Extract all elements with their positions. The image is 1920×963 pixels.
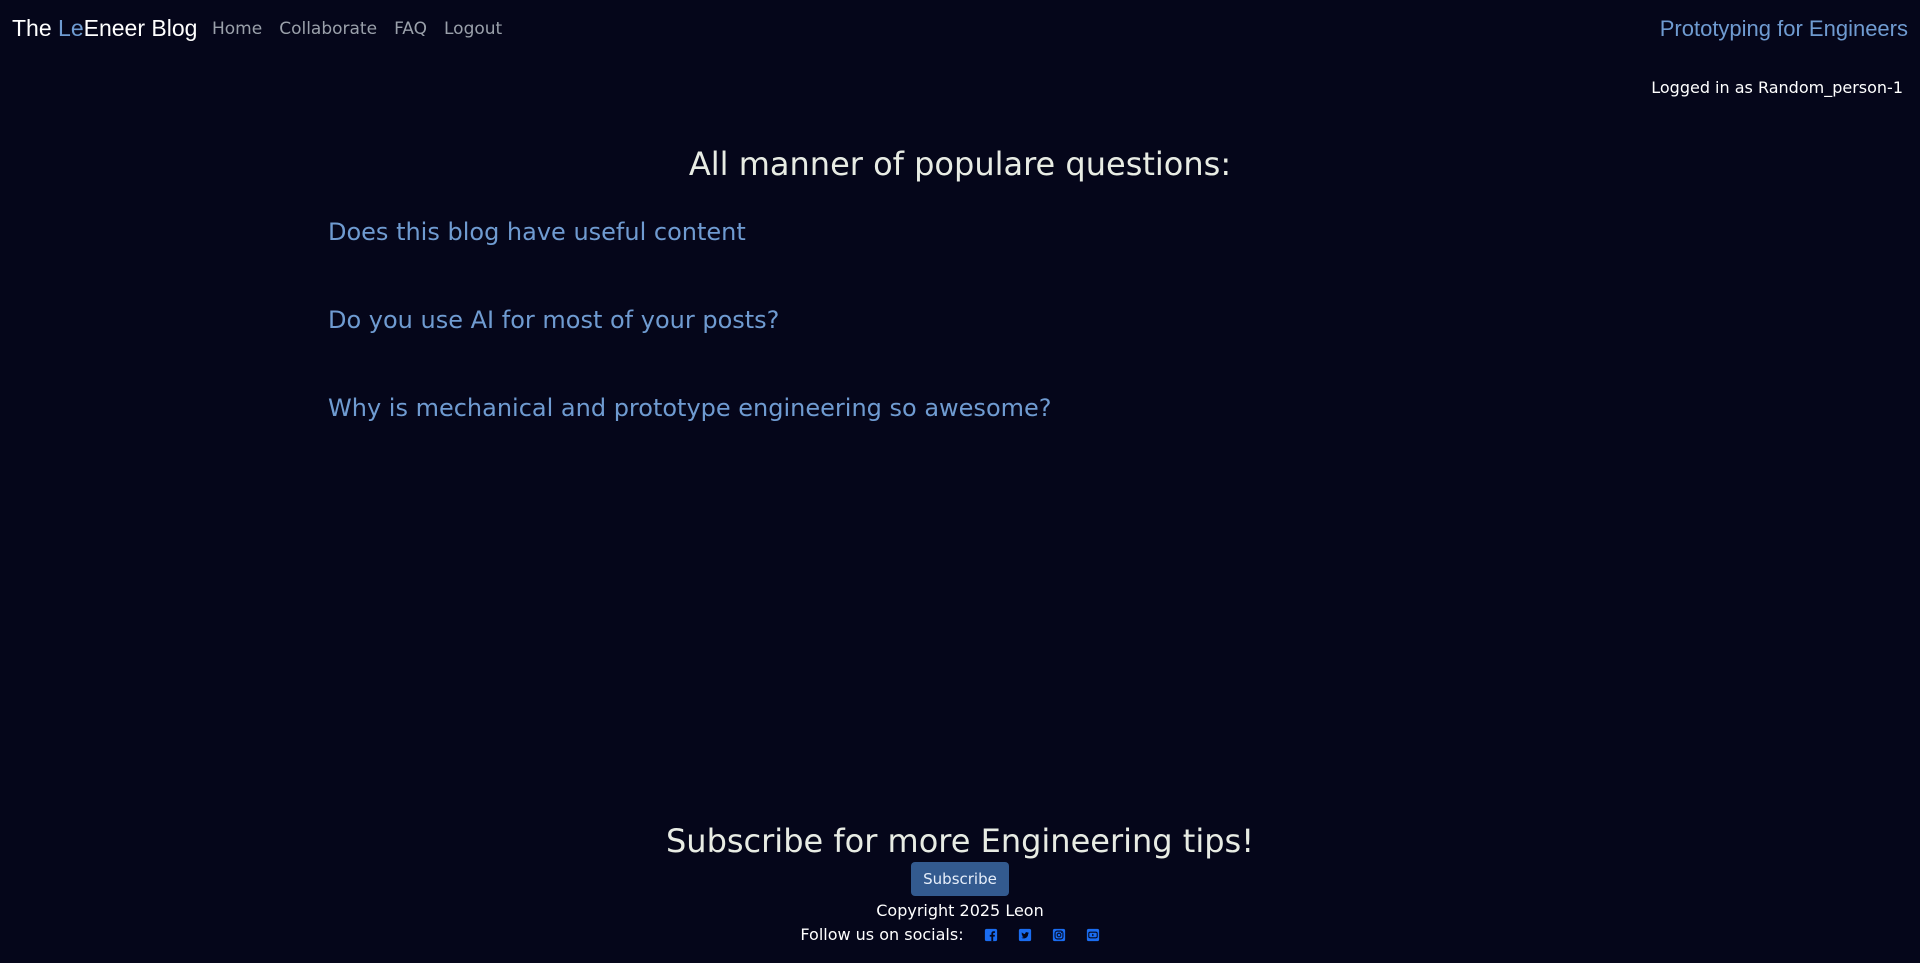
page: The LeEneer Blog Home Collaborate FAQ Lo… — [0, 0, 1920, 963]
page-title: All manner of populare questions: — [688, 145, 1232, 183]
navbar: The LeEneer Blog Home Collaborate FAQ Lo… — [0, 0, 1920, 60]
nav-link-collaborate[interactable]: Collaborate — [279, 19, 377, 39]
socials-row: Follow us on socials: — [0, 924, 1920, 946]
faq-question-useful-content[interactable]: Does this blog have useful content — [328, 218, 1052, 246]
nav-menu: Home Collaborate FAQ Logout — [212, 19, 502, 39]
faq-list: Does this blog have useful content Do yo… — [328, 218, 1052, 482]
faq-question-ai-posts[interactable]: Do you use AI for most of your posts? — [328, 306, 1052, 334]
subscribe-button[interactable]: Subscribe — [911, 862, 1009, 896]
facebook-icon[interactable] — [984, 928, 998, 942]
copyright-text: Copyright 2025 Leon — [876, 901, 1044, 920]
nav-link-home[interactable]: Home — [212, 19, 262, 39]
faq-question-engineering-awesome[interactable]: Why is mechanical and prototype engineer… — [328, 394, 1052, 422]
subscribe-heading: Subscribe for more Engineering tips! — [665, 822, 1255, 860]
login-status: Logged in as Random_person-1 — [1651, 78, 1903, 97]
nav-link-faq[interactable]: FAQ — [394, 19, 427, 39]
socials-label: Follow us on socials: — [800, 925, 964, 944]
brand-logo[interactable]: The LeEneer Blog — [12, 15, 197, 42]
nav-link-logout[interactable]: Logout — [444, 19, 502, 39]
brand-suffix: Eneer Blog — [83, 15, 198, 41]
twitter-icon[interactable] — [1018, 928, 1032, 942]
youtube-icon[interactable] — [1086, 928, 1100, 942]
instagram-icon[interactable] — [1052, 928, 1066, 942]
site-tagline[interactable]: Prototyping for Engineers — [1660, 16, 1908, 42]
brand-prefix: The — [12, 15, 59, 41]
brand-accent: Le — [58, 15, 84, 41]
footer: Subscribe for more Engineering tips! Sub… — [0, 820, 1920, 946]
